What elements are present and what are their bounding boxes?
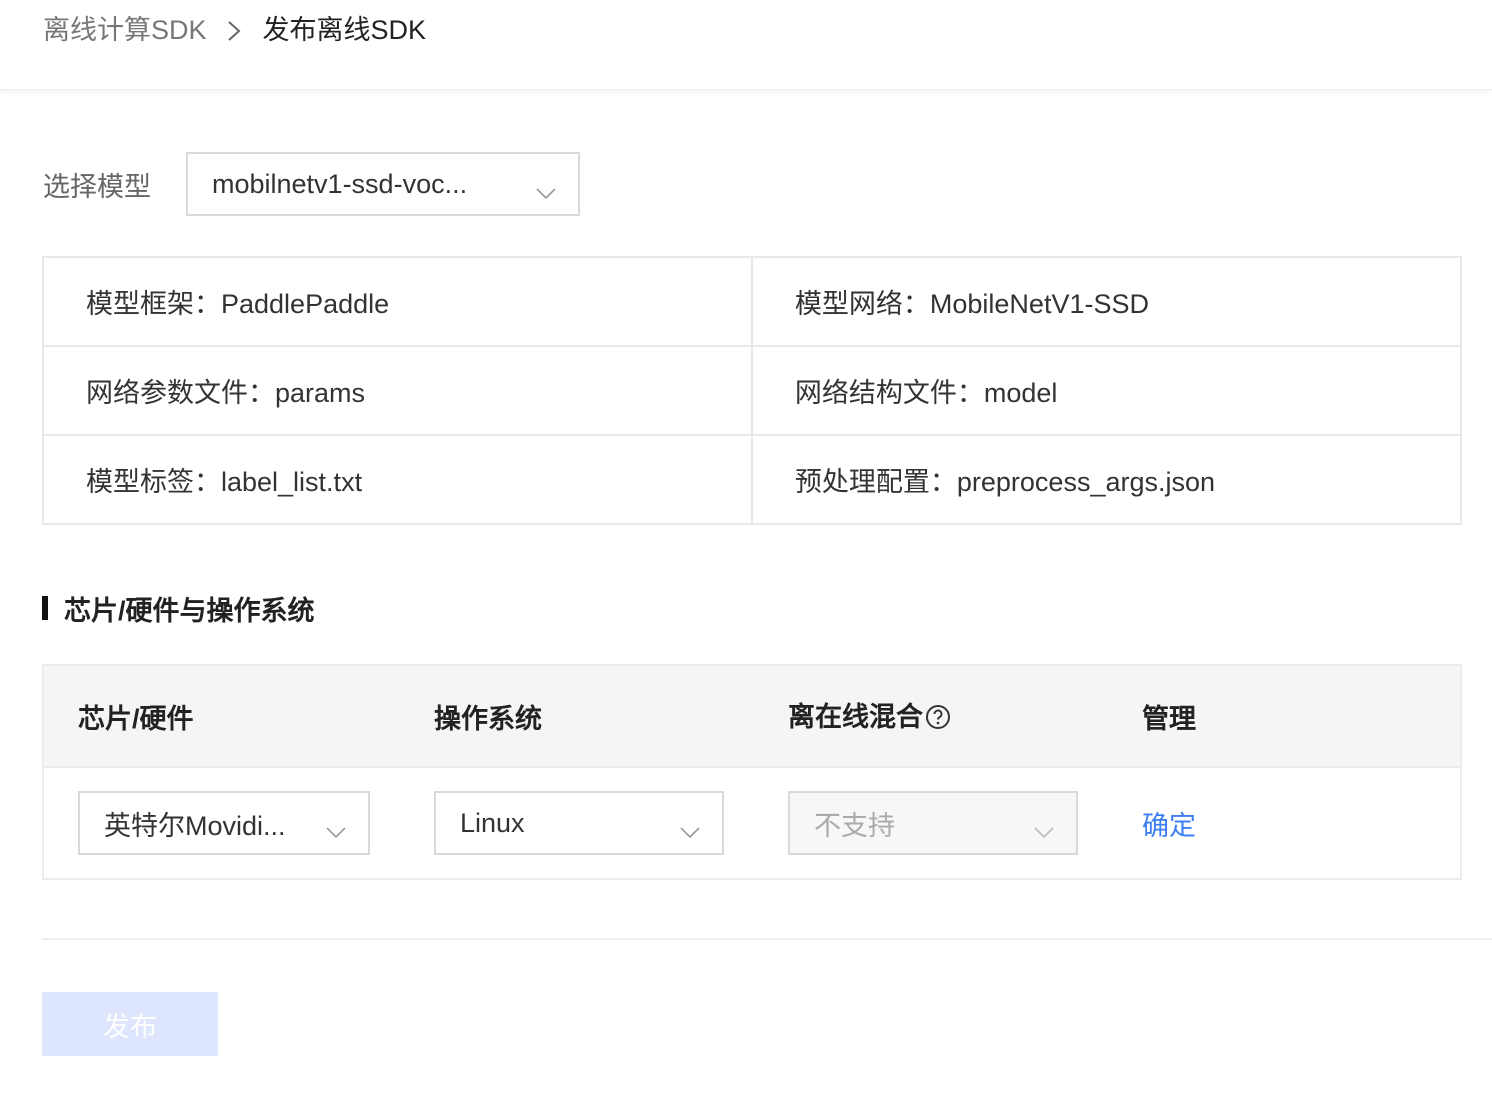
model-select[interactable]: mobilnetv1-ssd-voc...: [186, 152, 580, 216]
table-header: 芯片/硬件 操作系统 离在线混合 管理: [44, 666, 1460, 766]
question-circle-icon[interactable]: [925, 704, 951, 737]
hybrid-select[interactable]: 不支持: [788, 791, 1078, 855]
section-title: 芯片/硬件与操作系统: [42, 592, 315, 626]
page-header: 离线计算SDK 发布离线SDK: [0, 0, 1492, 90]
section-title-text: 芯片/硬件与操作系统: [64, 595, 315, 626]
header-manage: 管理: [1142, 703, 1196, 734]
params-file-cell: 网络参数文件：params: [42, 345, 753, 436]
breadcrumb: 离线计算SDK 发布离线SDK: [43, 12, 426, 48]
model-select-value: mobilnetv1-ssd-voc...: [212, 168, 468, 199]
section-title-bar: [42, 596, 48, 620]
model-framework-cell: 模型框架：PaddlePaddle: [42, 256, 753, 347]
preprocess-config-cell: 预处理配置：preprocess_args.json: [750, 434, 1463, 525]
header-hybrid: 离在线混合: [788, 695, 951, 737]
model-network-cell: 模型网络：MobileNetV1-SSD: [750, 256, 1463, 347]
chip-select-value: 英特尔Movidi...: [104, 810, 286, 841]
model-info-table: 模型框架：PaddlePaddle 模型网络：MobileNetV1-SSD 网…: [42, 256, 1463, 525]
table-row: 英特尔Movidi... Linux 不支持 确定: [44, 766, 1460, 878]
model-select-row: 选择模型 mobilnetv1-ssd-voc...: [43, 152, 580, 216]
structure-file-cell: 网络结构文件：model: [750, 345, 1463, 436]
chevron-down-icon: [1034, 815, 1054, 846]
chevron-right-icon: [207, 12, 263, 48]
chip-select[interactable]: 英特尔Movidi...: [78, 791, 370, 855]
header-chip: 芯片/硬件: [78, 703, 194, 734]
hardware-os-table: 芯片/硬件 操作系统 离在线混合 管理 英特尔Movidi... Linux 不…: [42, 664, 1462, 880]
header-os: 操作系统: [434, 703, 542, 734]
chevron-down-icon: [680, 815, 700, 846]
os-select[interactable]: Linux: [434, 791, 724, 855]
divider: [42, 938, 1492, 940]
breadcrumb-current: 发布离线SDK: [262, 15, 427, 45]
model-labels-cell: 模型标签：label_list.txt: [42, 434, 753, 525]
confirm-link[interactable]: 确定: [1142, 804, 1196, 843]
chevron-down-icon: [536, 176, 556, 207]
breadcrumb-parent-link[interactable]: 离线计算SDK: [43, 12, 207, 48]
header-hybrid-text: 离在线混合: [788, 702, 923, 732]
publish-button[interactable]: 发布: [42, 992, 218, 1056]
os-select-value: Linux: [460, 807, 525, 838]
hybrid-select-value: 不支持: [814, 810, 895, 841]
chevron-down-icon: [326, 815, 346, 846]
model-select-label: 选择模型: [43, 171, 151, 202]
